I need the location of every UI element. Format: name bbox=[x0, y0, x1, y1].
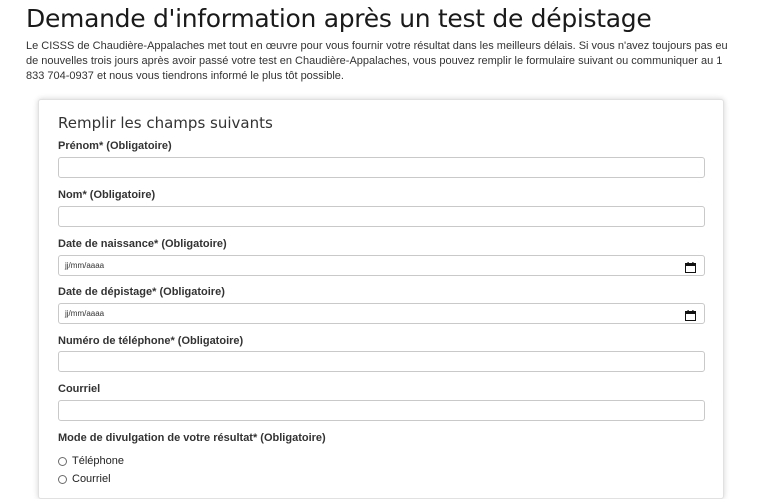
phone-label: Numéro de téléphone* (Obligatoire) bbox=[58, 335, 244, 347]
intro-paragraph: Le CISSS de Chaudière-Appalaches met tou… bbox=[26, 40, 728, 82]
radio-button[interactable] bbox=[58, 474, 67, 484]
phone-input[interactable] bbox=[58, 351, 705, 372]
last-name-input[interactable] bbox=[58, 206, 705, 227]
birth-date-input[interactable]: jj/mm/aaaa bbox=[58, 255, 705, 276]
page-title: Demande d'information après un test de d… bbox=[26, 4, 652, 33]
email-input[interactable] bbox=[58, 400, 705, 421]
first-name-input[interactable] bbox=[58, 157, 705, 178]
calendar-icon[interactable] bbox=[685, 308, 696, 321]
screening-date-input[interactable]: jj/mm/aaaa bbox=[58, 303, 705, 324]
birth-date-label: Date de naissance* (Obligatoire) bbox=[58, 238, 227, 250]
screening-date-placeholder: jj/mm/aaaa bbox=[65, 309, 105, 318]
disclosure-option-email[interactable]: Courriel bbox=[58, 473, 111, 485]
form-card: Remplir les champs suivants Prénom* (Obl… bbox=[38, 99, 724, 499]
disclosure-mode-label: Mode de divulgation de votre résultat* (… bbox=[58, 432, 326, 444]
screening-date-label: Date de dépistage* (Obligatoire) bbox=[58, 286, 225, 298]
form-title: Remplir les champs suivants bbox=[58, 114, 273, 132]
first-name-label: Prénom* (Obligatoire) bbox=[58, 140, 172, 152]
last-name-label: Nom* (Obligatoire) bbox=[58, 189, 156, 201]
disclosure-option-email-label: Courriel bbox=[72, 473, 111, 485]
disclosure-option-phone[interactable]: Téléphone bbox=[58, 455, 124, 467]
calendar-icon[interactable] bbox=[685, 260, 696, 273]
disclosure-option-phone-label: Téléphone bbox=[72, 455, 124, 467]
radio-button[interactable] bbox=[58, 456, 67, 466]
birth-date-placeholder: jj/mm/aaaa bbox=[65, 261, 105, 270]
email-label: Courriel bbox=[58, 383, 101, 395]
